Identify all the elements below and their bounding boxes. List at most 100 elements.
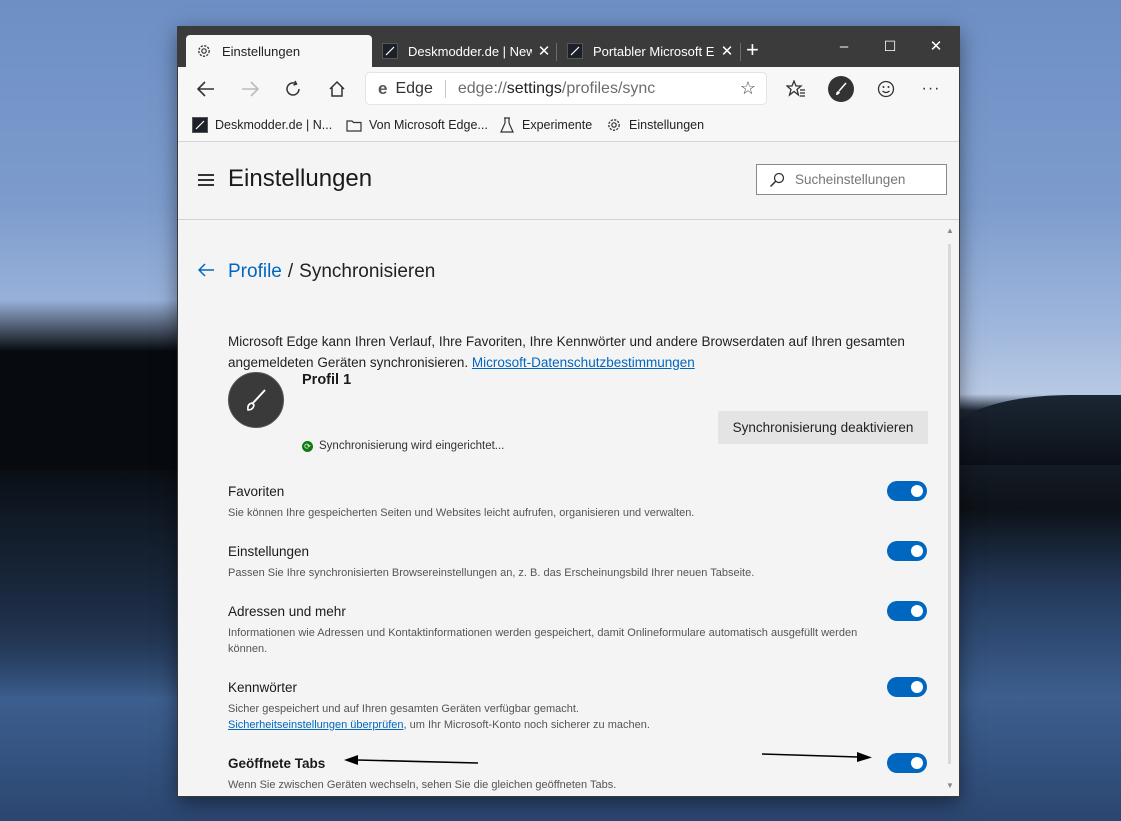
deskmodder-icon [382, 43, 398, 59]
scrollbar[interactable]: ▲ ▼ [944, 220, 956, 796]
tab-divider [740, 43, 741, 61]
toggle-favoriten[interactable] [887, 481, 927, 501]
forward-arrow-icon [242, 81, 259, 97]
scroll-thumb[interactable] [948, 244, 951, 764]
close-tab-icon[interactable]: ✕ [532, 42, 556, 60]
sync-item-favoriten: Favoriten Sie können Ihre gespeicherten … [228, 484, 888, 521]
site-label: Edge [395, 79, 433, 97]
sync-item-kennwoerter: Kennwörter Sicher gespeichert und auf Ih… [228, 680, 888, 733]
sync-item-desc: Sicher gespeichert und auf Ihren gesamte… [228, 703, 650, 731]
background-hill [951, 395, 1121, 465]
bookmark-deskmodder[interactable]: Deskmodder.de | N... [192, 117, 332, 133]
deskmodder-icon [567, 43, 583, 59]
sync-item-title: Adressen und mehr [228, 604, 346, 619]
favorites-button[interactable] [780, 74, 812, 104]
breadcrumb: Profile / Synchronisieren [197, 260, 436, 283]
maximize-button[interactable]: ☐ [867, 32, 913, 60]
close-tab-icon[interactable]: ✕ [715, 42, 739, 60]
tab-deskmodder[interactable]: Deskmodder.de | News ✕ [372, 35, 556, 67]
home-button[interactable] [321, 74, 353, 104]
browser-window: Einstellungen Deskmodder.de | News ✕ Por… [178, 27, 959, 796]
gear-icon [196, 43, 212, 59]
sync-item-desc: Passen Sie Ihre synchronisierten Browser… [228, 567, 755, 579]
tab-label: Deskmodder.de | News [408, 43, 532, 59]
security-settings-link[interactable]: Sicherheitseinstellungen überprüfen [228, 719, 404, 731]
privacy-link[interactable]: Microsoft-Datenschutzbestimmungen [472, 355, 695, 370]
close-window-button[interactable]: ✕ [913, 32, 959, 60]
scroll-down-icon[interactable]: ▼ [946, 781, 954, 790]
sync-intro-text: Microsoft Edge kann Ihren Verlauf, Ihre … [228, 334, 905, 370]
toggle-kennwoerter[interactable] [887, 677, 927, 697]
back-to-profiles-icon[interactable] [197, 260, 214, 283]
tab-label: Portabler Microsoft Edge [593, 43, 715, 59]
favorite-star-icon[interactable]: ☆ [740, 78, 756, 99]
bookmark-einstellungen[interactable]: Einstellungen [606, 117, 704, 133]
sync-item-title: Kennwörter [228, 680, 298, 695]
page-title: Einstellungen [228, 165, 373, 192]
sync-status-icon: ⟳ [302, 440, 313, 452]
sync-item-title: Favoriten [228, 484, 285, 499]
settings-content: ▲ ▼ Profile / Synchronisieren Microsoft … [178, 220, 959, 796]
refresh-icon [286, 80, 300, 96]
bookmark-label: Experimente [522, 118, 593, 132]
sync-item-desc: Informationen wie Adressen und Kontaktin… [228, 627, 858, 655]
smiley-icon [877, 80, 895, 98]
folder-icon [346, 117, 362, 133]
gear-icon [606, 117, 622, 133]
scroll-up-icon[interactable]: ▲ [946, 226, 954, 235]
address-divider [444, 79, 446, 98]
tab-portable-edge[interactable]: Portabler Microsoft Edge ✕ [557, 35, 739, 67]
sync-item-einstellungen: Einstellungen Passen Sie Ihre synchronis… [228, 544, 888, 581]
toggle-geoeffnete-tabs[interactable] [887, 753, 927, 773]
bookmark-label: Einstellungen [629, 118, 705, 132]
minimize-button[interactable]: – [821, 32, 867, 60]
bookmark-experimente[interactable]: Experimente [499, 117, 592, 133]
tab-bar: Einstellungen Deskmodder.de | News ✕ Por… [178, 27, 959, 67]
bookmarks-bar: Deskmodder.de | N... Von Microsoft Edge.… [178, 111, 959, 142]
bookmark-folder-microsoft-edge[interactable]: Von Microsoft Edge... [346, 117, 488, 133]
background-forest [0, 300, 200, 470]
sync-item-adressen: Adressen und mehr Informationen wie Adre… [228, 604, 888, 657]
feedback-button[interactable] [870, 74, 902, 104]
profile-avatar [228, 372, 284, 428]
bookmark-label: Von Microsoft Edge... [369, 118, 488, 132]
home-icon [329, 80, 345, 97]
breadcrumb-current: Synchronisieren [299, 260, 436, 282]
toggle-adressen[interactable] [887, 601, 927, 621]
sync-item-desc: Sie können Ihre gespeicherten Seiten und… [228, 507, 695, 519]
sync-item-title: Einstellungen [228, 544, 310, 559]
refresh-button[interactable] [277, 74, 309, 104]
profile-name: Profil 1 [302, 372, 352, 388]
address-bar[interactable]: e Edge edge://settings/profiles/sync ☆ [366, 73, 766, 104]
brush-icon [247, 389, 266, 411]
bookmark-label: Deskmodder.de | N... [215, 118, 333, 132]
back-arrow-icon [197, 81, 214, 97]
url-text: edge://settings/profiles/sync [457, 79, 656, 97]
breadcrumb-profile-link[interactable]: Profile [228, 261, 282, 283]
background-water [0, 470, 180, 700]
search-icon [769, 172, 785, 188]
sync-status: ⟳ Synchronisierung wird eingerichtet... [302, 440, 504, 452]
forward-button[interactable] [234, 74, 266, 104]
settings-header: Einstellungen Sucheinstellungen [178, 142, 959, 220]
annotation-arrow-left [344, 755, 479, 765]
sync-status-text: Synchronisierung wird eingerichtet... [319, 440, 505, 452]
back-button[interactable] [190, 74, 222, 104]
edge-logo-icon: e [378, 78, 388, 98]
profile-avatar-button[interactable] [828, 76, 854, 102]
settings-search-input[interactable]: Sucheinstellungen [756, 164, 947, 195]
brush-icon [836, 82, 847, 95]
toggle-einstellungen[interactable] [887, 541, 927, 561]
favorites-list-icon [786, 80, 805, 97]
flask-icon [499, 117, 515, 133]
deskmodder-icon [192, 117, 208, 133]
deactivate-sync-button[interactable]: Synchronisierung deaktivieren [718, 411, 928, 444]
tab-settings[interactable]: Einstellungen [186, 35, 372, 67]
more-menu-icon[interactable]: ··· [915, 74, 947, 104]
site-identity[interactable]: e Edge [378, 79, 433, 99]
search-placeholder: Sucheinstellungen [795, 172, 906, 187]
sync-item-desc: Wenn Sie zwischen Geräten wechseln, sehe… [228, 779, 617, 791]
new-tab-icon[interactable]: + [746, 39, 759, 61]
tab-label: Einstellungen [222, 43, 301, 59]
menu-icon[interactable] [198, 174, 214, 189]
